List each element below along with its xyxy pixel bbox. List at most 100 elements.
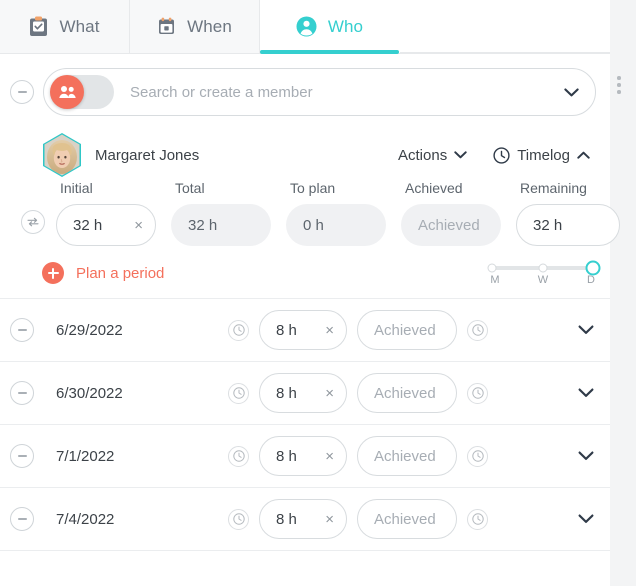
tab-when[interactable]: When [130,0,260,53]
clear-icon[interactable]: × [321,512,334,527]
clock-circle-icon[interactable] [228,382,249,404]
tabbar: What When Who [0,0,610,54]
chevron-down-icon[interactable] [564,87,579,97]
stat-to-plan: To plan 0 h [286,180,401,246]
period-achieved-field[interactable]: Achieved [357,499,457,539]
clock-circle-icon[interactable] [467,508,488,530]
stat-total-label: Total [175,180,205,196]
who-panel-body: Margaret Jones Actions Timelog [0,54,620,586]
stat-to-plan-label: To plan [290,180,336,196]
clock-circle-icon[interactable] [228,445,249,467]
clock-circle-icon[interactable] [228,508,249,530]
table-row: 6/30/2022 8 h × Achieved [0,362,610,425]
slider-stop-m[interactable] [487,263,497,273]
minus-circle-icon[interactable] [10,318,34,342]
period-hours-field[interactable]: 8 h × [259,499,347,539]
timelog-label: Timelog [517,146,570,164]
actions-dropdown[interactable]: Actions [398,147,467,164]
member-header: Margaret Jones Actions Timelog [0,128,610,180]
chevron-up-icon [577,151,590,159]
period-achieved-field[interactable]: Achieved [357,373,457,413]
clock-circle-icon[interactable] [467,382,488,404]
table-row: 7/1/2022 8 h × Achieved [0,425,610,488]
minus-circle-icon[interactable] [10,444,34,468]
tab-what[interactable]: What [0,0,130,53]
period-hours-field[interactable]: 8 h × [259,373,347,413]
period-granularity-slider[interactable]: M W D [487,260,601,286]
timelog-toggle[interactable]: Timelog [493,147,590,164]
chevron-down-icon[interactable] [578,388,594,398]
period-date: 7/4/2022 [56,510,115,528]
stat-initial-value: 32 h [73,216,103,234]
search-input[interactable] [114,83,564,101]
period-date: 6/30/2022 [56,384,123,402]
minus-circle-icon[interactable] [10,80,34,104]
clock-circle-icon[interactable] [467,445,488,467]
stat-remaining-field[interactable]: 32 h [516,204,620,246]
plan-period-row: Plan a period M W D [0,246,610,299]
stat-total-value: 32 h [188,216,218,234]
table-row: 6/29/2022 8 h × Achieved [0,299,610,362]
chevron-down-icon[interactable] [578,514,594,524]
stat-achieved: Achieved Achieved [401,180,516,246]
actions-label: Actions [398,146,448,164]
clock-circle-icon[interactable] [467,319,488,341]
clear-icon[interactable]: × [321,323,334,338]
chevron-down-icon[interactable] [578,325,594,335]
stat-initial: Initial 32 h × [56,180,171,246]
period-hours-value: 8 h [276,384,297,402]
period-achieved-placeholder: Achieved [374,510,436,528]
clock-icon [493,146,510,164]
period-achieved-field[interactable]: Achieved [357,310,457,350]
clear-icon[interactable]: × [130,218,143,233]
members-toggle[interactable] [50,75,114,109]
people-icon [58,86,76,98]
period-achieved-placeholder: Achieved [374,447,436,465]
period-achieved-placeholder: Achieved [374,321,436,339]
period-hours-field[interactable]: 8 h × [259,436,347,476]
minus-circle-icon[interactable] [10,381,34,405]
slider-labels: M W D [488,274,598,286]
clear-icon[interactable]: × [321,449,334,464]
minus-circle-icon[interactable] [10,507,34,531]
slider-label-m: M [490,274,500,286]
period-date: 7/1/2022 [56,447,115,465]
stat-initial-field[interactable]: 32 h × [56,204,156,246]
calendar-icon [157,16,176,37]
stat-total: Total 32 h [171,180,286,246]
period-hours-value: 8 h [276,321,297,339]
plan-period-label[interactable]: Plan a period [76,265,164,282]
stats-row: Initial 32 h × Total 32 h To plan 0 h Ac… [0,180,620,246]
chevron-down-icon[interactable] [578,451,594,461]
stat-initial-label: Initial [60,180,93,196]
period-date: 6/29/2022 [56,321,123,339]
who-panel: What When Who Search or create a member … [0,0,636,586]
clear-icon[interactable]: × [321,386,334,401]
slider-track[interactable] [487,260,601,276]
member-search-box[interactable] [43,68,596,116]
kebab-menu-icon[interactable] [617,76,621,94]
stat-total-field: 32 h [171,204,271,246]
stat-achieved-field: Achieved [401,204,501,246]
stat-achieved-label: Achieved [405,180,463,196]
swap-arrows-icon[interactable] [21,210,45,234]
plus-circle-icon[interactable] [42,262,64,284]
toggle-knob [50,75,84,109]
slider-stop-w[interactable] [538,263,548,273]
clock-circle-icon[interactable] [228,319,249,341]
slider-stop-d[interactable] [585,260,601,276]
tab-who-label: Who [327,16,364,36]
period-hours-field[interactable]: 8 h × [259,310,347,350]
period-hours-value: 8 h [276,510,297,528]
clipboard-check-icon [29,16,48,37]
stats-swap-cell [10,210,56,246]
slider-label-w: W [537,274,549,286]
period-hours-value: 8 h [276,447,297,465]
period-achieved-field[interactable]: Achieved [357,436,457,476]
avatar[interactable] [42,133,82,177]
stat-achieved-value: Achieved [418,216,480,234]
chevron-down-icon [454,151,467,159]
search-row [0,54,610,128]
tab-who[interactable]: Who [260,0,400,54]
stat-remaining-label: Remaining [520,180,587,196]
